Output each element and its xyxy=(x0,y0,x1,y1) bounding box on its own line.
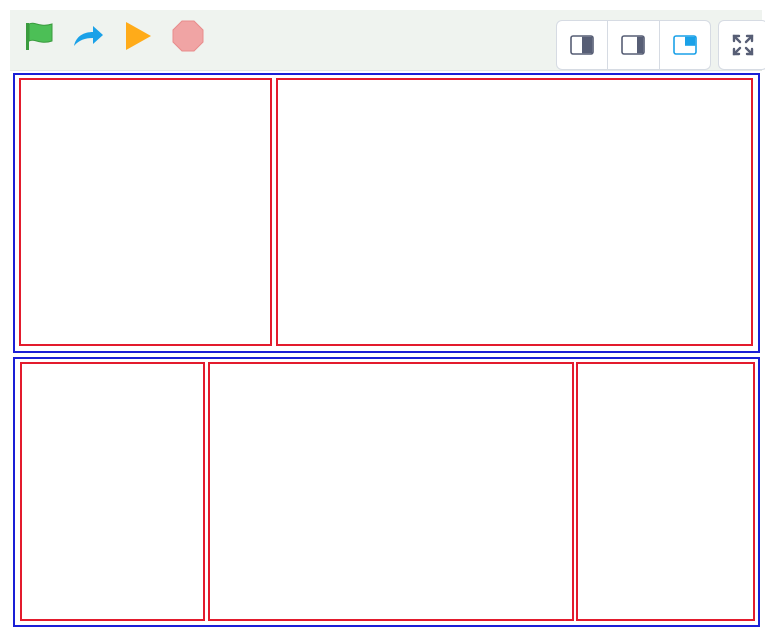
redo-arrow-icon xyxy=(74,26,103,46)
layout-mode-right-button[interactable] xyxy=(608,21,660,69)
layout-mode-group xyxy=(556,20,711,70)
top-right-panel xyxy=(276,78,753,346)
top-left-panel xyxy=(19,78,272,346)
bottom-center-panel xyxy=(208,362,574,621)
bottom-right-panel xyxy=(576,362,755,621)
layout-left-panel-icon xyxy=(570,35,594,55)
layout-right-panel-icon xyxy=(621,35,646,55)
toolbar xyxy=(10,10,765,71)
layout-corner-panel-icon xyxy=(673,35,697,55)
fullscreen-button[interactable] xyxy=(718,20,765,70)
play-button[interactable] xyxy=(120,18,156,54)
green-flag-button[interactable] xyxy=(21,18,57,54)
layout-mode-corner-button[interactable] xyxy=(660,21,710,69)
play-icon xyxy=(126,22,151,50)
stop-icon xyxy=(172,20,204,52)
green-flag-icon xyxy=(26,22,53,50)
fullscreen-icon xyxy=(732,34,754,56)
stop-button[interactable] xyxy=(170,18,206,54)
redo-button[interactable] xyxy=(70,18,106,54)
bottom-left-panel xyxy=(20,362,205,621)
layout-mode-left-button[interactable] xyxy=(557,21,609,69)
